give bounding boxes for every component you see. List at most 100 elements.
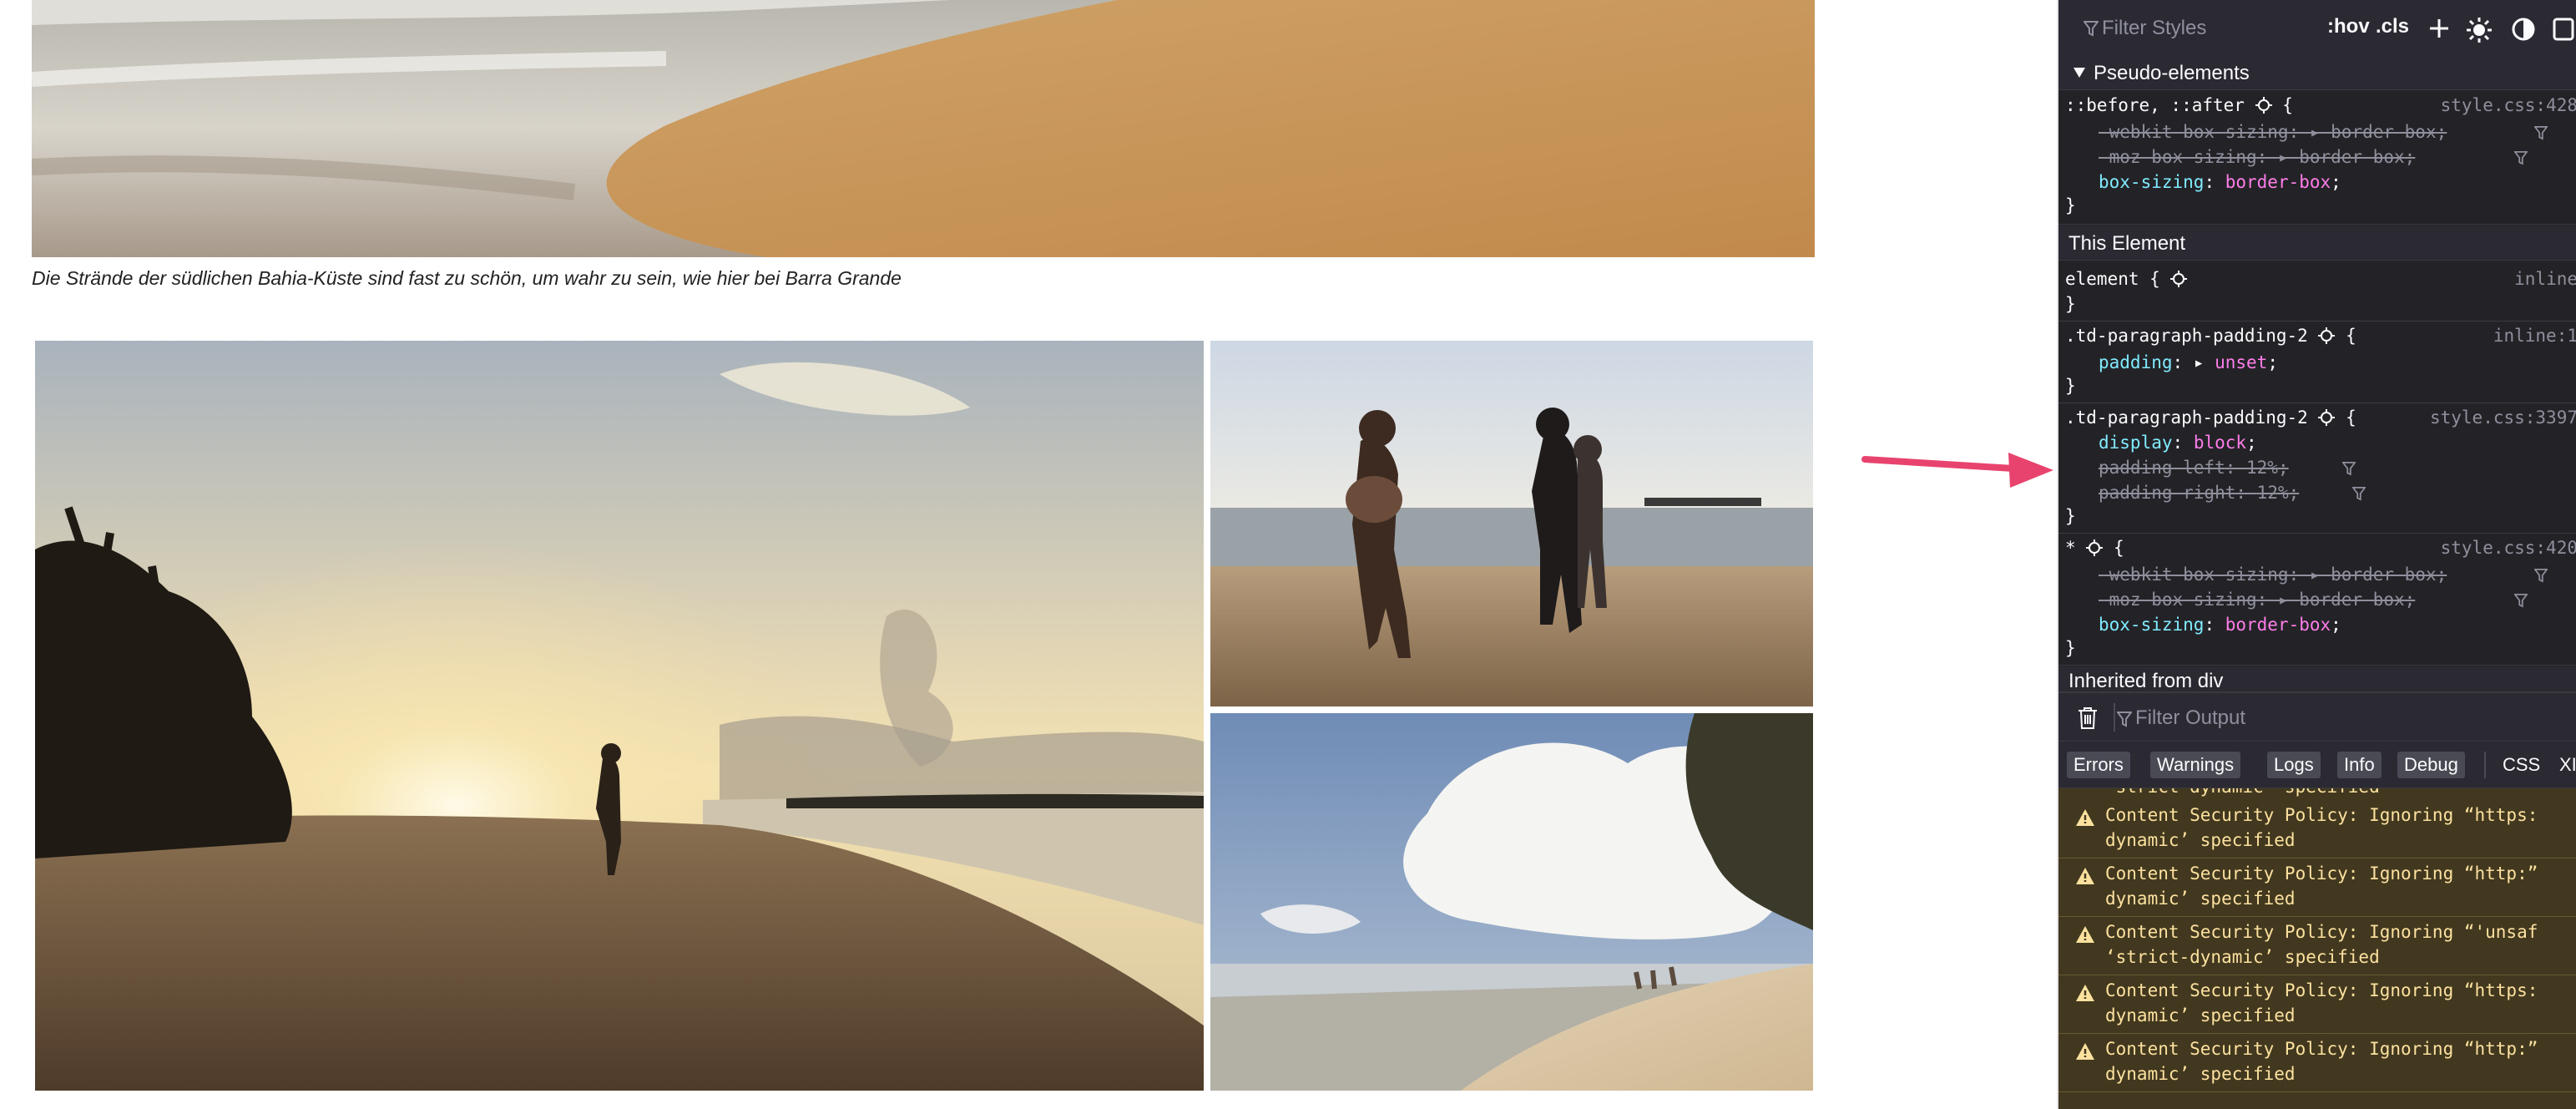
tab-debug[interactable]: Debug bbox=[2397, 752, 2465, 778]
beach-photo-top bbox=[32, 0, 1815, 257]
filter-icon[interactable] bbox=[2534, 568, 2548, 583]
inherited-header: Inherited from div bbox=[2058, 666, 2576, 691]
warning-icon bbox=[2076, 985, 2094, 1001]
declaration-overridden[interactable]: -moz-box-sizing: ▸ border-box; bbox=[2099, 147, 2415, 167]
rule-selector[interactable]: .td-paragraph-padding-2 { bbox=[2065, 326, 2356, 346]
message-line: dynamic’ specified bbox=[2105, 830, 2296, 850]
filter-output-input[interactable]: Filter Output bbox=[2135, 706, 2245, 730]
rules-view: Filter Styles :hov .cls Pseudo-elements bbox=[2058, 0, 2576, 691]
message-line: dynamic’ specified bbox=[2105, 889, 2296, 909]
message-line: Content Security Policy: Ignoring “https… bbox=[2105, 980, 2538, 1000]
highlight-gear-icon[interactable] bbox=[2318, 327, 2336, 344]
message-line: dynamic’ specified bbox=[2105, 1005, 2296, 1025]
brace: { bbox=[2282, 95, 2293, 115]
message-line: ‘strict-dynamic’ specified bbox=[2105, 947, 2380, 967]
filter-icon bbox=[2117, 711, 2132, 727]
console-messages: 'strict-dynamic' specified Content Secur… bbox=[2058, 788, 2576, 1109]
sunset-beach-photo bbox=[35, 341, 1204, 1091]
children-beach-photo bbox=[1210, 341, 1813, 706]
this-element-label: This Element bbox=[2068, 232, 2186, 255]
declaration[interactable]: padding: ▸ unset; bbox=[2099, 352, 2278, 372]
tab-separator bbox=[2484, 752, 2486, 778]
message-line: dynamic’ specified bbox=[2105, 1064, 2296, 1084]
annotation-arrow bbox=[1861, 453, 2053, 488]
this-element-header: This Element bbox=[2058, 225, 2576, 261]
tab-info[interactable]: Info bbox=[2337, 752, 2382, 778]
closing-brace: } bbox=[2065, 376, 2076, 396]
selector-text: ::before, ::after bbox=[2065, 95, 2245, 115]
filter-icon[interactable] bbox=[2514, 150, 2528, 165]
warning-icon bbox=[2076, 1043, 2094, 1060]
devtools-panel: Filter Styles :hov .cls Pseudo-elements bbox=[2057, 0, 2576, 1109]
declaration[interactable]: box-sizing: border-box; bbox=[2099, 172, 2341, 192]
filter-icon[interactable] bbox=[2352, 486, 2366, 501]
console-warning-message[interactable]: Content Security Policy: Ignoring “'unsa… bbox=[2058, 917, 2576, 975]
rule-source-link[interactable]: inline:1 bbox=[2493, 326, 2576, 346]
console-warning-message[interactable]: Content Security Policy: Ignoring “http:… bbox=[2058, 1034, 2576, 1092]
divider bbox=[2058, 665, 2576, 666]
console-warning-message[interactable]: Content Security Policy: Ignoring “https… bbox=[2058, 800, 2576, 858]
closing-brace: } bbox=[2065, 638, 2076, 658]
console-toolbar: Filter Output bbox=[2058, 691, 2576, 742]
message-line: Content Security Policy: Ignoring “http:… bbox=[2105, 863, 2538, 884]
filter-icon[interactable] bbox=[2514, 593, 2528, 608]
declaration-overridden[interactable]: -moz-box-sizing: ▸ border-box; bbox=[2099, 590, 2415, 610]
dark-theme-icon[interactable] bbox=[2511, 17, 2536, 42]
rule-selector[interactable]: element { bbox=[2065, 269, 2188, 289]
light-theme-icon[interactable] bbox=[2466, 17, 2493, 43]
highlight-gear-icon[interactable] bbox=[2170, 271, 2188, 287]
filter-icon[interactable] bbox=[2342, 461, 2356, 476]
divider bbox=[2058, 224, 2576, 225]
highlight-gear-icon[interactable] bbox=[2318, 409, 2336, 426]
highlight-gear-icon[interactable] bbox=[2255, 97, 2272, 114]
rule-source-link[interactable]: style.css:3397 bbox=[2430, 408, 2576, 428]
highlight-gear-icon[interactable] bbox=[2086, 539, 2104, 556]
add-rule-icon[interactable] bbox=[2427, 17, 2451, 40]
declaration-overridden[interactable]: padding-left: 12%; bbox=[2099, 458, 2289, 478]
console-filter-tabs: Errors Warnings Logs Info Debug CSS XI bbox=[2058, 742, 2576, 788]
message-line: Content Security Policy: Ignoring “http:… bbox=[2105, 1039, 2538, 1059]
message-line: Content Security Policy: Ignoring “'unsa… bbox=[2105, 922, 2538, 942]
closing-brace: } bbox=[2065, 506, 2076, 526]
trash-icon[interactable] bbox=[2077, 706, 2099, 730]
declaration[interactable]: box-sizing: border-box; bbox=[2099, 615, 2341, 635]
console-warning-message[interactable]: Content Security Policy: Ignoring “http:… bbox=[2058, 858, 2576, 917]
console-warning-message[interactable]: Content Security Policy: Ignoring “https… bbox=[2058, 975, 2576, 1034]
filter-icon[interactable] bbox=[2534, 125, 2548, 140]
declaration[interactable]: display: block; bbox=[2099, 433, 2257, 453]
hov-toggle[interactable]: :hov bbox=[2327, 15, 2370, 38]
tab-warnings[interactable]: Warnings bbox=[2150, 752, 2241, 778]
message-fragment: 'strict-dynamic' specified bbox=[2105, 788, 2380, 797]
rule-source-link[interactable]: inline bbox=[2514, 269, 2576, 289]
warning-icon bbox=[2076, 809, 2094, 826]
declaration-overridden[interactable]: -webkit-box-sizing: ▸ border-box; bbox=[2099, 122, 2447, 142]
message-line: Content Security Policy: Ignoring “https… bbox=[2105, 805, 2538, 825]
cls-toggle[interactable]: .cls bbox=[2376, 15, 2409, 38]
rules-toolbar: Filter Styles :hov .cls bbox=[2058, 0, 2576, 60]
web-page: Die Strände der südlichen Bahia-Küste si… bbox=[0, 0, 2057, 1109]
declaration-overridden[interactable]: padding-right: 12%; bbox=[2099, 483, 2299, 503]
inherited-label: Inherited from div bbox=[2068, 670, 2224, 691]
rule-selector[interactable]: * { bbox=[2065, 538, 2124, 558]
closing-brace: } bbox=[2065, 195, 2076, 215]
declaration-overridden[interactable]: -webkit-box-sizing: ▸ border-box; bbox=[2099, 565, 2447, 585]
filter-icon bbox=[2084, 21, 2099, 37]
tab-logs[interactable]: Logs bbox=[2267, 752, 2321, 778]
rule-selector[interactable]: .td-paragraph-padding-2 { bbox=[2065, 408, 2356, 428]
rule-source-link[interactable]: style.css:420 bbox=[2441, 538, 2576, 558]
divider bbox=[2058, 321, 2576, 322]
print-media-icon[interactable] bbox=[2551, 17, 2576, 42]
pseudo-elements-label: Pseudo-elements bbox=[2094, 62, 2250, 84]
pseudo-elements-header[interactable]: Pseudo-elements bbox=[2058, 55, 2576, 90]
collapse-triangle-icon bbox=[2073, 68, 2085, 78]
filter-styles-input[interactable]: Filter Styles bbox=[2102, 17, 2206, 40]
tab-xhr[interactable]: XI bbox=[2559, 752, 2576, 778]
rule-selector[interactable]: ::before, ::after { bbox=[2065, 95, 2293, 115]
rule-source-link[interactable]: style.css:428 bbox=[2441, 95, 2576, 115]
sunny-beach-photo bbox=[1210, 713, 1813, 1091]
tab-css[interactable]: CSS bbox=[2503, 752, 2540, 778]
tab-errors[interactable]: Errors bbox=[2067, 752, 2130, 778]
closing-brace: } bbox=[2065, 294, 2076, 314]
warning-icon bbox=[2076, 926, 2094, 943]
console-panel: Filter Output Errors Warnings Logs Info … bbox=[2058, 691, 2576, 1109]
